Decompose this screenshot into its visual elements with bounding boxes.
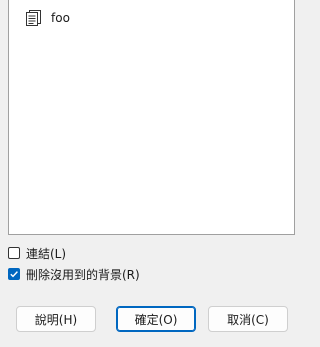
- delete-unused-checkbox-label: 刪除沒用到的背景(R): [26, 267, 140, 282]
- cancel-button[interactable]: 取消(C): [208, 306, 288, 332]
- document-icon: [25, 9, 43, 27]
- list-item-label: foo: [51, 11, 70, 25]
- checkmark-icon: [10, 271, 18, 278]
- link-checkbox-row[interactable]: 連結(L): [8, 245, 66, 261]
- help-button[interactable]: 說明(H): [16, 306, 96, 332]
- delete-unused-checkbox-row[interactable]: 刪除沒用到的背景(R): [8, 266, 140, 282]
- list-item[interactable]: foo: [25, 8, 70, 28]
- background-listbox[interactable]: foo: [8, 0, 295, 235]
- link-checkbox[interactable]: [8, 247, 20, 259]
- delete-unused-checkbox[interactable]: [8, 268, 20, 280]
- ok-button[interactable]: 確定(O): [116, 306, 196, 332]
- link-checkbox-label: 連結(L): [26, 246, 67, 261]
